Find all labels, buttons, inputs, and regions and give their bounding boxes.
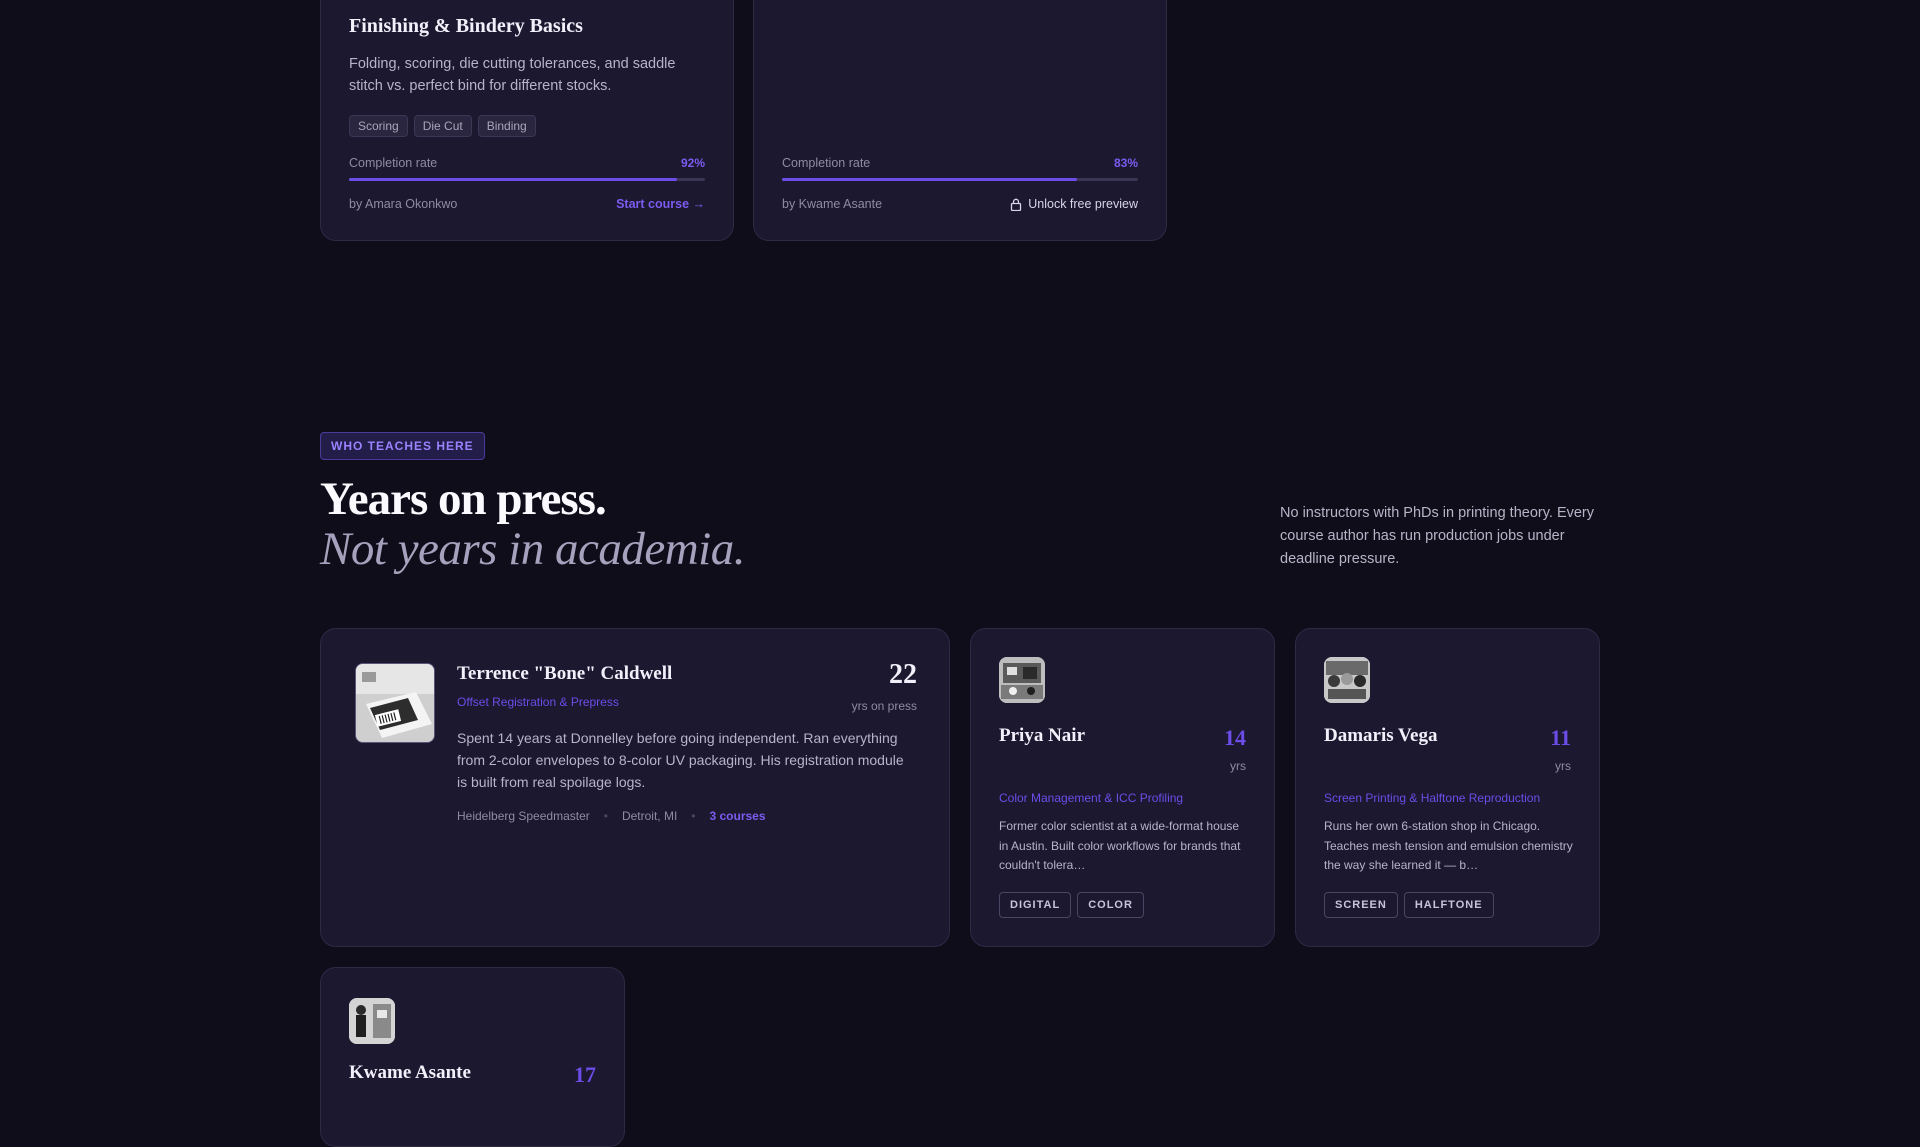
course-card-finishing[interactable]: Finishing & Bindery Basics Folding, scor…: [320, 0, 734, 241]
instructor-bio: Runs her own 6-station shop in Chicago. …: [1324, 819, 1573, 872]
instructor-years: 11: [1550, 725, 1571, 750]
tag-color: COLOR: [1077, 892, 1144, 918]
instructor-name[interactable]: Kwame Asante: [349, 1062, 471, 1084]
instructor-bio: Spent 14 years at Donnelley before going…: [457, 730, 904, 790]
press-photo-icon: [356, 664, 434, 742]
instructor-specialty: Screen Printing & Halftone Reproduction: [1324, 791, 1541, 805]
instructor-years: 22: [889, 659, 917, 690]
course-tags: Scoring Die Cut Binding: [349, 115, 536, 137]
course-title: Finishing & Bindery Basics: [349, 15, 583, 37]
course-description: Folding, scoring, die cutting tolerances…: [349, 56, 676, 94]
instructor-card-priya[interactable]: Priya Nair 14 yrs Color Management & ICC…: [970, 628, 1275, 947]
lock-icon: [1011, 198, 1022, 211]
instructor-location: Detroit, MI: [621, 809, 678, 823]
course-author: by Amara Okonkwo: [349, 197, 458, 211]
instructor-tags: DIGITAL COLOR: [999, 892, 1144, 918]
instructor-years-label: yrs on press: [851, 699, 917, 713]
instructor-specialty: Color Management & ICC Profiling: [999, 791, 1184, 805]
unlock-preview-label: Unlock free preview: [1028, 197, 1138, 211]
instructor-years-label: yrs: [1230, 759, 1246, 773]
section-heading: Years on press.: [320, 473, 607, 525]
completion-bar: [349, 178, 705, 181]
meta-separator: •: [691, 809, 696, 823]
instructor-specialty: Offset Registration & Prepress: [457, 695, 619, 709]
completion-bar-fill: [782, 178, 1078, 181]
meta-separator: •: [603, 809, 608, 823]
instructor-meta: Heidelberg Speedmaster • Detroit, MI • 3…: [457, 809, 766, 823]
press-photo-icon: [1324, 657, 1370, 703]
section-badge: WHO TEACHES HERE: [320, 432, 485, 460]
tag-scoring: Scoring: [349, 115, 408, 137]
course-author: by Kwame Asante: [782, 197, 883, 211]
instructor-card-featured[interactable]: Terrence "Bone" Caldwell Offset Registra…: [320, 628, 950, 947]
tag-binding: Binding: [477, 115, 536, 137]
tag-digital: DIGITAL: [999, 892, 1072, 918]
instructor-avatar: [999, 657, 1045, 703]
section-subheading: Not years in academia.: [320, 523, 746, 575]
tag-screen: SCREEN: [1324, 892, 1398, 918]
completion-label: Completion rate: [782, 156, 871, 170]
instructor-name[interactable]: Terrence "Bone" Caldwell: [457, 663, 672, 685]
instructor-avatar: [1324, 657, 1370, 703]
section-side-note: No instructors with PhDs in printing the…: [1280, 505, 1595, 567]
instructor-equipment: Heidelberg Speedmaster: [457, 809, 590, 823]
start-course-link[interactable]: Start course →: [616, 197, 705, 211]
completion-value: 83%: [1113, 156, 1138, 170]
instructor-years: 14: [1224, 725, 1246, 750]
completion-bar-fill: [349, 178, 677, 181]
instructor-years-label: yrs: [1555, 759, 1571, 773]
completion-value: 92%: [680, 156, 705, 170]
completion-label: Completion rate: [349, 156, 438, 170]
tag-halftone: HALFTONE: [1403, 892, 1494, 918]
unlock-preview-button[interactable]: Unlock free preview: [1010, 197, 1138, 211]
completion-bar: [782, 178, 1138, 181]
course-card-locked[interactable]: Completion rate 83% by Kwame Asante Unlo…: [753, 0, 1167, 241]
instructor-avatar: [355, 663, 435, 743]
instructor-card-kwame[interactable]: Kwame Asante 17: [320, 967, 625, 1147]
instructor-years: 17: [574, 1062, 596, 1087]
instructor-bio: Former color scientist at a wide-format …: [999, 819, 1241, 872]
instructor-tags: SCREEN HALFTONE: [1324, 892, 1494, 918]
instructor-card-damaris[interactable]: Damaris Vega 11 yrs Screen Printing & Ha…: [1295, 628, 1600, 947]
tag-die-cut: Die Cut: [413, 115, 472, 137]
instructor-name[interactable]: Priya Nair: [999, 725, 1085, 747]
instructor-courses-link[interactable]: 3 courses: [710, 809, 766, 823]
instructor-name[interactable]: Damaris Vega: [1324, 725, 1437, 747]
press-photo-icon: [999, 657, 1045, 703]
instructor-avatar: [349, 998, 395, 1044]
person-photo-icon: [349, 998, 395, 1044]
